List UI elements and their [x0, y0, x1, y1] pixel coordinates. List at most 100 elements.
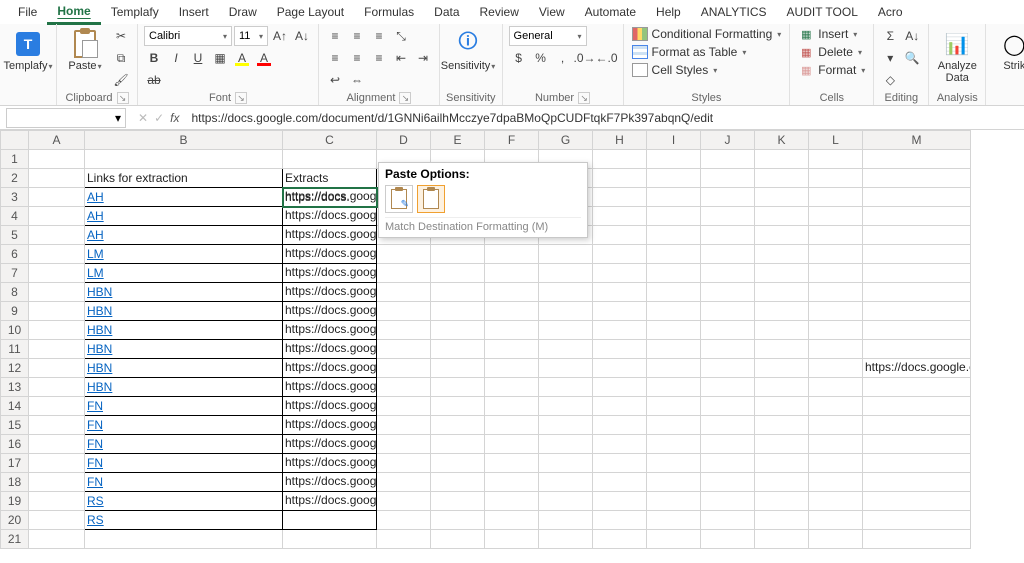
percent-button[interactable]: %	[531, 48, 551, 68]
cell-A14[interactable]	[29, 397, 85, 416]
cell-L12[interactable]	[809, 359, 863, 378]
cell-E18[interactable]	[431, 473, 485, 492]
cell-G12[interactable]	[539, 359, 593, 378]
autosum-button[interactable]: Σ	[880, 26, 900, 46]
align-middle-button[interactable]: ≡	[347, 26, 367, 46]
cell-M12[interactable]: https://docs.google.com	[863, 359, 971, 378]
cell-C11[interactable]: https://docs.google.com/document/d/1GNNi…	[283, 340, 377, 359]
clear-button[interactable]: ◇	[880, 70, 900, 90]
tab-automate[interactable]: Automate	[575, 1, 646, 23]
cell-D16[interactable]	[377, 435, 431, 454]
cell-K10[interactable]	[755, 321, 809, 340]
column-header-A[interactable]: A	[29, 131, 85, 150]
cell-F13[interactable]	[485, 378, 539, 397]
cell-J11[interactable]	[701, 340, 755, 359]
cell-I12[interactable]	[647, 359, 701, 378]
cell-H16[interactable]	[593, 435, 647, 454]
cell-G19[interactable]	[539, 492, 593, 511]
cell-K20[interactable]	[755, 511, 809, 530]
column-header-L[interactable]: L	[809, 131, 863, 150]
cell-E7[interactable]	[431, 264, 485, 283]
cell-M8[interactable]	[863, 283, 971, 302]
font-launcher[interactable]: ↘	[235, 92, 247, 104]
cell-I19[interactable]	[647, 492, 701, 511]
cell-K15[interactable]	[755, 416, 809, 435]
column-header-J[interactable]: J	[701, 131, 755, 150]
cell-F8[interactable]	[485, 283, 539, 302]
decrease-decimal-button[interactable]: ←.0	[597, 48, 617, 68]
cell-F19[interactable]	[485, 492, 539, 511]
cell-I8[interactable]	[647, 283, 701, 302]
cell-D9[interactable]	[377, 302, 431, 321]
column-header-I[interactable]: I	[647, 131, 701, 150]
cell-M10[interactable]	[863, 321, 971, 340]
align-left-button[interactable]: ≡	[325, 48, 345, 68]
cell-I2[interactable]	[647, 169, 701, 188]
find-select-button[interactable]: 🔍	[902, 48, 922, 68]
name-box[interactable]: ▾	[6, 108, 126, 128]
cell-K9[interactable]	[755, 302, 809, 321]
cell-J7[interactable]	[701, 264, 755, 283]
cell-J3[interactable]	[701, 188, 755, 207]
cell-H12[interactable]	[593, 359, 647, 378]
cell-K13[interactable]	[755, 378, 809, 397]
font-size-combo[interactable]: 11▾	[234, 26, 268, 46]
alignment-launcher[interactable]: ↘	[399, 92, 411, 104]
cell-F11[interactable]	[485, 340, 539, 359]
cell-M7[interactable]	[863, 264, 971, 283]
cell-C1[interactable]	[283, 150, 377, 169]
cell-K12[interactable]	[755, 359, 809, 378]
cell-K3[interactable]	[755, 188, 809, 207]
cell-J4[interactable]	[701, 207, 755, 226]
cell-G14[interactable]	[539, 397, 593, 416]
cell-A13[interactable]	[29, 378, 85, 397]
strikethrough-button[interactable]: ab	[144, 70, 164, 90]
cell-J20[interactable]	[701, 511, 755, 530]
cell-B18[interactable]: FN	[85, 473, 283, 492]
increase-decimal-button[interactable]: .0→	[575, 48, 595, 68]
cell-H20[interactable]	[593, 511, 647, 530]
cell-F12[interactable]	[485, 359, 539, 378]
cell-F21[interactable]	[485, 530, 539, 549]
cell-J8[interactable]	[701, 283, 755, 302]
cell-G10[interactable]	[539, 321, 593, 340]
cell-J15[interactable]	[701, 416, 755, 435]
cell-C9[interactable]: https://docs.google.com/document/d/1GNNi…	[283, 302, 377, 321]
cell-K8[interactable]	[755, 283, 809, 302]
row-header-2[interactable]: 2	[1, 169, 29, 188]
name-box-arrow[interactable]: ▾	[115, 111, 121, 125]
cell-H3[interactable]	[593, 188, 647, 207]
cell-F17[interactable]	[485, 454, 539, 473]
cell-J17[interactable]	[701, 454, 755, 473]
merge-center-button[interactable]: ⇔	[347, 70, 367, 90]
cell-G15[interactable]	[539, 416, 593, 435]
cell-E17[interactable]	[431, 454, 485, 473]
delete-cells-button[interactable]: ▦Delete	[796, 44, 867, 60]
column-header-B[interactable]: B	[85, 131, 283, 150]
cell-B14[interactable]: FN	[85, 397, 283, 416]
cell-K19[interactable]	[755, 492, 809, 511]
cell-C3[interactable]: https://docs.https://docs.google.com/doc…	[283, 188, 377, 207]
enter-formula-button[interactable]: ✓	[154, 111, 164, 125]
cell-E14[interactable]	[431, 397, 485, 416]
cell-A18[interactable]	[29, 473, 85, 492]
cell-J10[interactable]	[701, 321, 755, 340]
cell-I4[interactable]	[647, 207, 701, 226]
cell-H7[interactable]	[593, 264, 647, 283]
cell-G6[interactable]	[539, 245, 593, 264]
decrease-indent-button[interactable]: ⇤	[391, 48, 411, 68]
cell-C2[interactable]: Extracts	[283, 169, 377, 188]
cell-E21[interactable]	[431, 530, 485, 549]
cell-L19[interactable]	[809, 492, 863, 511]
cell-C18[interactable]: https://docs.google.com/document/d/1GNNi…	[283, 473, 377, 492]
cell-L17[interactable]	[809, 454, 863, 473]
cell-M20[interactable]	[863, 511, 971, 530]
analyze-data-button[interactable]: 📊 Analyze Data	[935, 26, 979, 84]
cell-K21[interactable]	[755, 530, 809, 549]
orientation-button[interactable]: ⤡	[391, 26, 411, 46]
cell-E12[interactable]	[431, 359, 485, 378]
tab-file[interactable]: File	[8, 1, 47, 23]
cell-H1[interactable]	[593, 150, 647, 169]
select-all-corner[interactable]	[1, 131, 29, 150]
cell-A20[interactable]	[29, 511, 85, 530]
